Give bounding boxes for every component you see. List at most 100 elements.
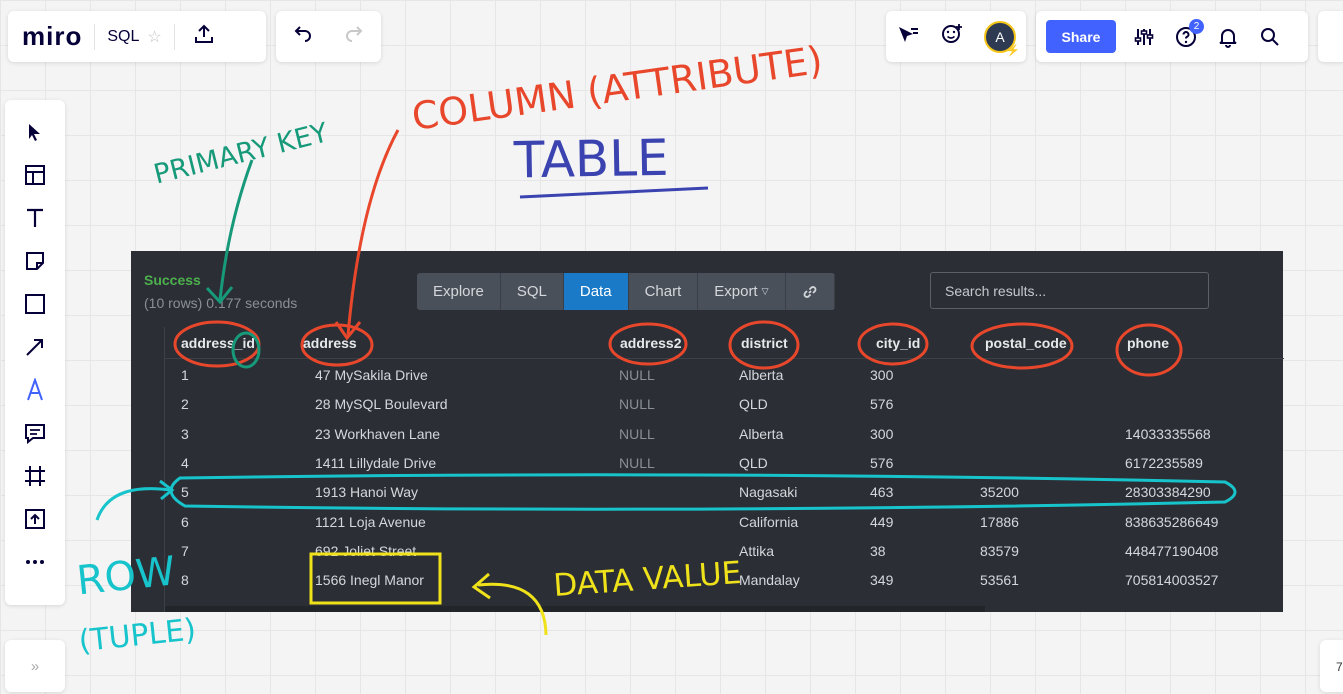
rows-info: (10 rows) 0.177 seconds bbox=[144, 295, 298, 311]
annotation-tuple: (TUPLE) bbox=[77, 612, 197, 659]
table-cell[interactable]: 3 bbox=[181, 426, 189, 442]
arrow-line-icon[interactable] bbox=[17, 329, 53, 365]
table-cell[interactable]: 300 bbox=[870, 426, 893, 442]
table-cell[interactable]: QLD bbox=[739, 396, 768, 412]
zoom-control[interactable]: 7 bbox=[1320, 640, 1343, 692]
pen-icon[interactable] bbox=[17, 372, 53, 408]
results-search-input[interactable]: Search results... bbox=[930, 272, 1209, 309]
miro-logo[interactable]: miro bbox=[22, 21, 82, 52]
redo-icon[interactable] bbox=[344, 23, 366, 50]
templates-icon[interactable] bbox=[17, 157, 53, 193]
upload-export-icon[interactable] bbox=[193, 23, 215, 50]
table-cell[interactable]: 83579 bbox=[980, 543, 1019, 559]
table-cell[interactable]: 5 bbox=[181, 484, 189, 500]
col-header-phone[interactable]: phone bbox=[1127, 335, 1169, 351]
user-avatar[interactable]: A ⚡ bbox=[984, 20, 1020, 57]
table-cell[interactable]: Attika bbox=[739, 543, 774, 559]
panel-toggle[interactable] bbox=[1318, 11, 1343, 62]
horizontal-scrollbar[interactable] bbox=[165, 606, 985, 612]
frame-icon[interactable] bbox=[17, 458, 53, 494]
expand-panel-button[interactable]: » bbox=[5, 640, 65, 692]
reaction-icon[interactable] bbox=[940, 22, 964, 51]
table-cell[interactable]: 28303384290 bbox=[1125, 484, 1211, 500]
table-cell[interactable]: 1121 Loja Avenue bbox=[315, 514, 426, 530]
bolt-icon: ⚡ bbox=[1006, 44, 1020, 57]
table-cell[interactable]: California bbox=[739, 514, 798, 530]
table-cell[interactable]: 838635286649 bbox=[1125, 514, 1218, 530]
table-cell[interactable]: 14033335568 bbox=[1125, 426, 1211, 442]
table-cell[interactable]: 300 bbox=[870, 367, 893, 383]
table-cell[interactable]: 1566 Inegl Manor bbox=[315, 572, 424, 588]
table-cell[interactable]: 17886 bbox=[980, 514, 1019, 530]
col-header-city-id[interactable]: city_id bbox=[876, 335, 920, 351]
table-cell[interactable]: NULL bbox=[619, 455, 655, 471]
sticky-note-icon[interactable] bbox=[17, 243, 53, 279]
col-header-address[interactable]: address bbox=[303, 335, 357, 351]
table-cell[interactable]: 35200 bbox=[980, 484, 1019, 500]
table-cell[interactable]: NULL bbox=[619, 396, 655, 412]
share-button[interactable]: Share bbox=[1046, 20, 1116, 53]
tab-explore[interactable]: Explore bbox=[417, 273, 501, 310]
table-cell[interactable]: 7 bbox=[181, 543, 189, 559]
table-cell[interactable]: 576 bbox=[870, 455, 893, 471]
table-cell[interactable]: 1 bbox=[181, 367, 189, 383]
col-header-address2[interactable]: address2 bbox=[620, 335, 681, 351]
collaboration-panel: A ⚡ bbox=[886, 11, 1026, 62]
divider bbox=[173, 23, 175, 50]
comment-icon[interactable] bbox=[17, 415, 53, 451]
text-icon[interactable] bbox=[17, 200, 53, 236]
table-cell[interactable]: NULL bbox=[619, 367, 655, 383]
undo-icon[interactable] bbox=[291, 23, 313, 50]
table-cell[interactable]: 6 bbox=[181, 514, 189, 530]
table-cell[interactable]: 448477190408 bbox=[1125, 543, 1218, 559]
select-icon[interactable] bbox=[17, 114, 53, 150]
shape-icon[interactable] bbox=[17, 286, 53, 322]
settings-sliders-icon[interactable] bbox=[1130, 23, 1158, 51]
table-cell[interactable]: 47 MySakila Drive bbox=[315, 367, 428, 383]
board-name[interactable]: SQL bbox=[107, 28, 139, 46]
table-cell[interactable]: 53561 bbox=[980, 572, 1019, 588]
col-header-postal-code[interactable]: postal_code bbox=[985, 335, 1067, 351]
table-cell[interactable]: QLD bbox=[739, 455, 768, 471]
table-cell[interactable]: 28 MySQL Boulevard bbox=[315, 396, 448, 412]
star-icon[interactable]: ☆ bbox=[147, 27, 161, 47]
divider bbox=[94, 23, 96, 50]
table-cell[interactable]: 6172235589 bbox=[1125, 455, 1203, 471]
upload-icon[interactable] bbox=[17, 501, 53, 537]
table-cell[interactable]: 449 bbox=[870, 514, 893, 530]
table-cell[interactable]: Mandalay bbox=[739, 572, 800, 588]
tab-chart[interactable]: Chart bbox=[629, 273, 699, 310]
col-header-address-id[interactable]: address_id bbox=[181, 335, 255, 351]
table-cell[interactable]: 576 bbox=[870, 396, 893, 412]
table-cell[interactable]: 1411 Lillydale Drive bbox=[315, 455, 436, 471]
table-cell[interactable]: 463 bbox=[870, 484, 893, 500]
table-cell[interactable]: 692 Joliet Street bbox=[315, 543, 416, 559]
chevron-down-icon: ▽ bbox=[761, 286, 769, 296]
table-cell[interactable]: Alberta bbox=[739, 367, 783, 383]
bell-icon[interactable] bbox=[1214, 23, 1242, 51]
table-cell[interactable]: 705814003527 bbox=[1125, 572, 1218, 588]
col-header-district[interactable]: district bbox=[741, 335, 788, 351]
table-cell[interactable]: 1913 Hanoi Way bbox=[315, 484, 418, 500]
search-icon[interactable] bbox=[1256, 23, 1284, 51]
table-cell[interactable]: Alberta bbox=[739, 426, 783, 442]
table-cell[interactable]: NULL bbox=[619, 426, 655, 442]
tab-sql[interactable]: SQL bbox=[501, 273, 564, 310]
tab-export-label: Export bbox=[714, 283, 758, 300]
table-cell[interactable]: Nagasaki bbox=[739, 484, 797, 500]
tab-export[interactable]: Export ▽ bbox=[698, 273, 786, 310]
query-results-panel: Success (10 rows) 0.177 seconds Explore … bbox=[131, 251, 1284, 612]
help-icon[interactable]: 2 bbox=[1172, 18, 1204, 51]
table-cell[interactable]: 349 bbox=[870, 572, 893, 588]
cursor-share-icon[interactable] bbox=[896, 23, 920, 50]
table-cell[interactable]: 38 bbox=[870, 543, 886, 559]
table-cell[interactable]: 2 bbox=[181, 396, 189, 412]
table-cell[interactable]: 23 Workhaven Lane bbox=[315, 426, 440, 442]
table-cell[interactable]: 8 bbox=[181, 572, 189, 588]
help-badge: 2 bbox=[1189, 18, 1204, 34]
header-divider bbox=[165, 358, 1284, 359]
more-icon[interactable] bbox=[17, 544, 53, 580]
link-icon[interactable] bbox=[786, 273, 835, 310]
table-cell[interactable]: 4 bbox=[181, 455, 189, 471]
tab-data[interactable]: Data bbox=[563, 273, 629, 310]
